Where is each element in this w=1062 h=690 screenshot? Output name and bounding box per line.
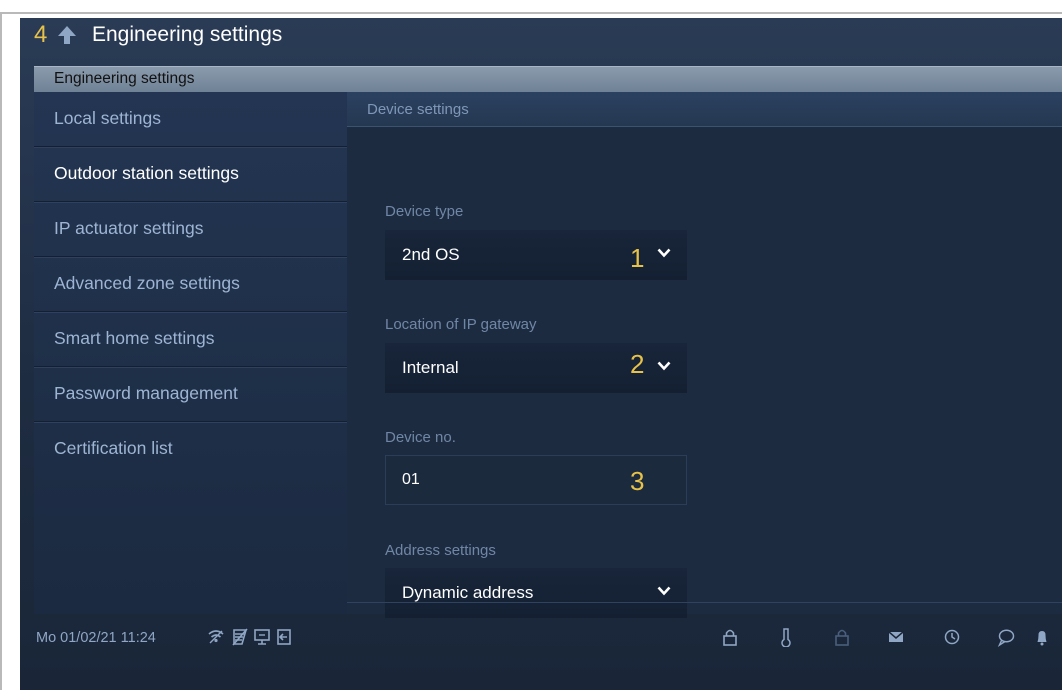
chevron-down-icon [657,361,671,371]
ip-gateway-label: Location of IP gateway [385,316,537,333]
sidebar-item-label: Local settings [54,108,162,128]
content-header: Device settings [347,92,1062,127]
sidebar-item-smart-home-settings[interactable]: Smart home settings [34,312,347,367]
sidebar-item-password-management[interactable]: Password management [34,367,347,422]
device-no-label: Device no. [385,429,456,446]
callout-marker-1: 1 [630,243,645,273]
ip-gateway-value: Internal [402,358,459,377]
sidebar-item-label: Advanced zone settings [54,273,240,293]
page-title: Engineering settings [92,23,283,46]
sidebar-item-ip-actuator-settings[interactable]: IP actuator settings [34,202,347,257]
chevron-down-icon [657,586,671,596]
sidebar-item-label: Certification list [54,438,173,458]
wifi-icon [208,630,224,644]
bell-icon[interactable] [1032,627,1052,647]
callout-marker-3: 3 [630,466,645,496]
content-header-title: Device settings [367,101,469,118]
device-type-value: 2nd OS [402,245,460,264]
sidebar-item-label: Outdoor station settings [54,163,239,183]
status-bar: Mo 01/02/21 11:24 [20,621,1062,655]
sidebar: Local settings Outdoor station settings … [34,92,347,614]
status-datetime: Mo 01/02/21 11:24 [36,630,156,646]
section-header: Engineering settings [34,66,1062,92]
lock-icon[interactable] [720,627,740,647]
chevron-down-icon [657,248,671,258]
lock-closed-icon[interactable] [832,627,852,647]
sidebar-item-label: IP actuator settings [54,218,204,238]
sidebar-item-outdoor-station-settings[interactable]: Outdoor station settings [34,147,347,202]
address-settings-dropdown[interactable]: Dynamic address [385,568,687,618]
sidebar-item-local-settings[interactable]: Local settings [34,92,347,147]
sidebar-item-certification-list[interactable]: Certification list [34,422,347,477]
callout-marker-4: 4 [34,21,48,48]
callout-marker-2: 2 [630,349,645,379]
sidebar-item-advanced-zone-settings[interactable]: Advanced zone settings [34,257,347,312]
thermometer-icon[interactable] [776,627,796,647]
device-type-label: Device type [385,203,464,220]
history-icon[interactable] [942,627,962,647]
message-icon[interactable] [996,627,1016,647]
sidebar-item-label: Smart home settings [54,328,215,348]
back-arrow-icon[interactable] [56,25,78,45]
device-no-value: 01 [402,471,420,488]
panel-screen: 4 Engineering settings Engineering setti… [20,18,1062,690]
content-divider [347,602,1062,603]
content-panel: Device settings Device type 2nd OS 1 Loc… [347,92,1062,618]
address-settings-value: Dynamic address [402,583,534,602]
address-settings-label: Address settings [385,542,496,559]
section-title: Engineering settings [54,70,195,87]
sidebar-item-label: Password management [54,383,238,403]
title-bar: 4 Engineering settings [20,18,1062,52]
exit-icon [277,629,291,645]
mail-icon[interactable] [886,627,906,647]
monitor-icon [254,629,270,645]
mute-icon [232,628,248,646]
